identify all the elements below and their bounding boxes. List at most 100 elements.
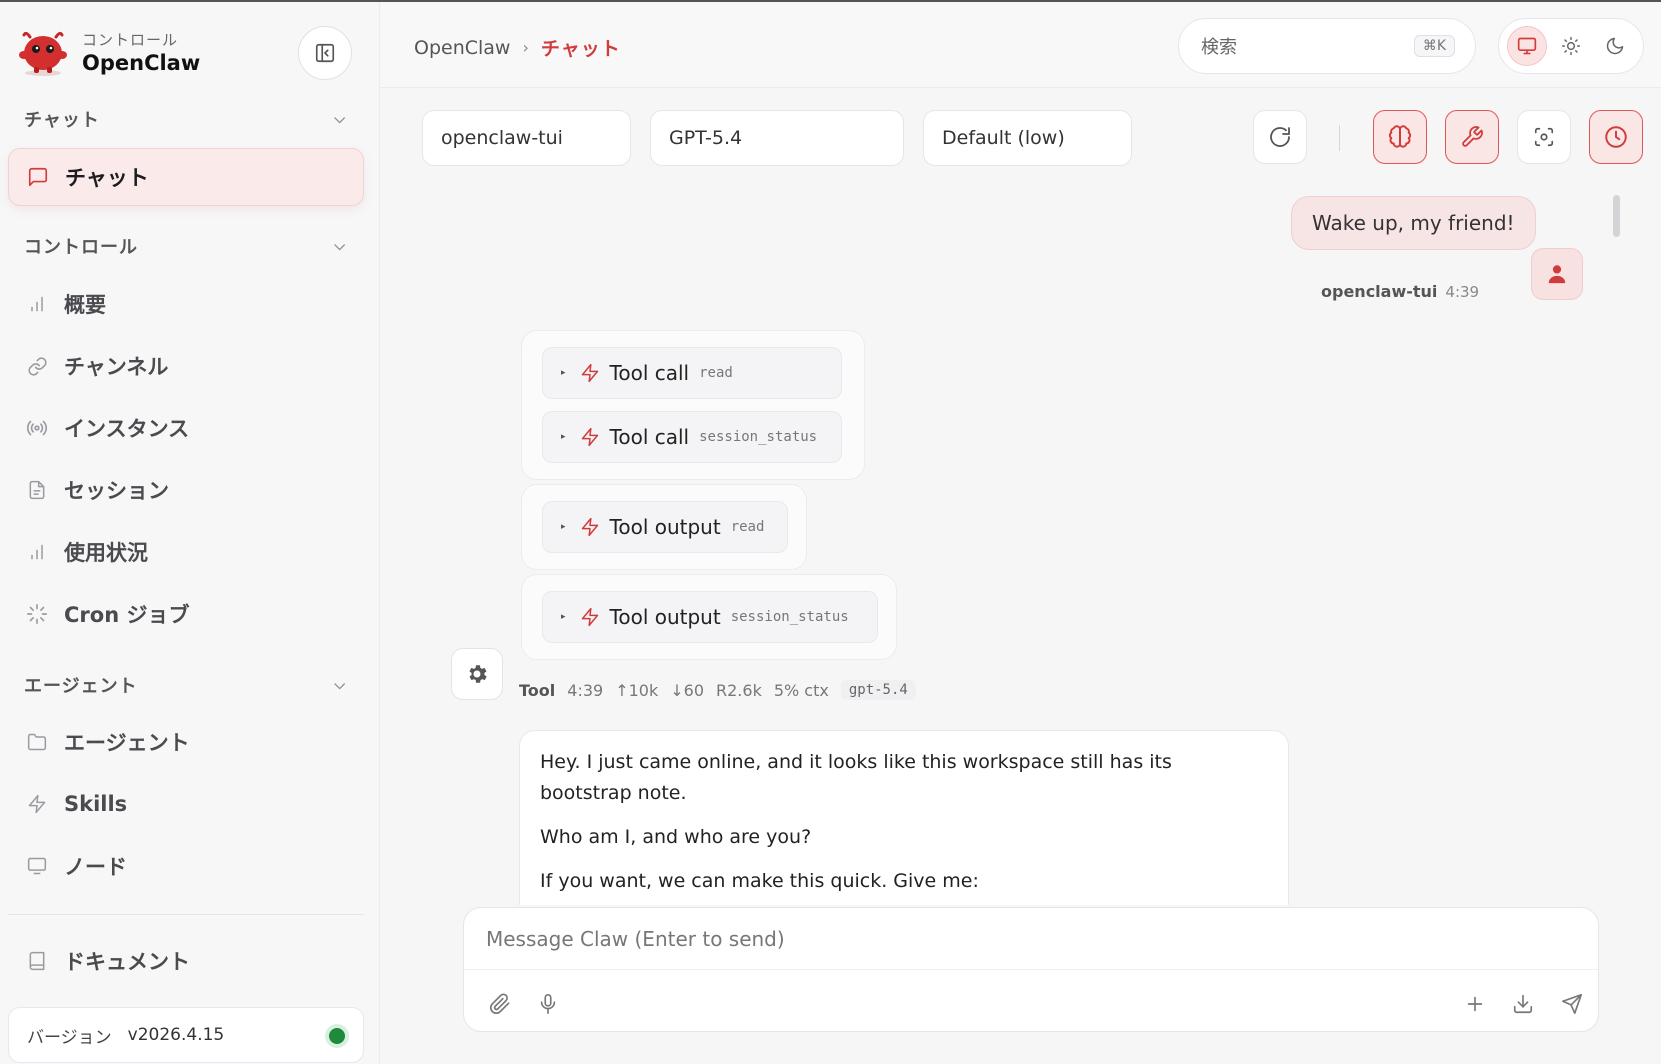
chevron-down-icon: ⌵ <box>334 238 346 254</box>
breadcrumb-current: チャット <box>540 38 621 60</box>
wrench-icon <box>1462 126 1483 147</box>
focus-mode-button[interactable] <box>1517 110 1571 164</box>
attach-button[interactable] <box>482 986 518 1022</box>
status-online-indicator <box>329 1028 345 1044</box>
section-chat[interactable]: チャット ⌵ <box>24 102 346 136</box>
section-control[interactable]: コントロール ⌵ <box>24 229 346 263</box>
search-shortcut-badge: ⌘K <box>1413 35 1455 57</box>
message-composer <box>463 907 1599 1032</box>
tool-output-row-read[interactable]: ▸ Tool output read <box>542 501 788 553</box>
new-session-button[interactable] <box>1457 986 1493 1022</box>
loader-icon <box>24 601 50 627</box>
gear-icon <box>469 665 487 683</box>
assistant-message-bubble: Hey. I just came online, and it looks li… <box>519 730 1289 905</box>
zap-icon <box>580 427 600 447</box>
sidebar-nav[interactable]: チャット ⌵ チャット コントロール ⌵ 概要 チャンネル インスタンス セッシ… <box>0 97 380 917</box>
sidebar-item-label: 使用状況 <box>64 541 148 565</box>
export-button[interactable] <box>1505 986 1541 1022</box>
sidebar-item-agents[interactable]: エージェント <box>8 713 364 771</box>
refresh-button[interactable] <box>1253 110 1307 164</box>
breadcrumb-separator: › <box>522 38 529 57</box>
download-icon <box>1513 994 1533 1014</box>
search-placeholder: 検索 <box>1201 37 1237 58</box>
message-input[interactable] <box>464 908 1598 970</box>
sidebar-item-overview[interactable]: 概要 <box>8 275 364 333</box>
thinking-toggle-button[interactable] <box>1373 110 1427 164</box>
sidebar-item-label: エージェント <box>64 731 190 755</box>
model-badge: gpt-5.4 <box>840 680 916 700</box>
bar-chart-icon <box>24 291 50 317</box>
sidebar-item-docs[interactable]: ドキュメント <box>8 932 364 990</box>
sidebar-item-sessions[interactable]: セッション <box>8 461 364 519</box>
sidebar-item-label: 概要 <box>64 293 106 317</box>
book-icon <box>24 948 50 974</box>
sidebar-item-cron[interactable]: Cron ジョブ <box>8 585 364 643</box>
moon-icon <box>1606 37 1624 55</box>
expand-triangle-icon: ▸ <box>561 612 566 622</box>
sidebar-item-skills[interactable]: Skills <box>8 775 364 833</box>
breadcrumb-root[interactable]: OpenClaw <box>414 37 510 59</box>
assistant-paragraph: If you want, we can make this quick. Giv… <box>540 870 979 892</box>
tool-call-row-session-status[interactable]: ▸ Tool call session_status <box>542 411 842 463</box>
thinking-level-select[interactable]: Default (low) <box>923 110 1132 166</box>
theme-dark-button[interactable] <box>1595 26 1635 66</box>
bar-chart-icon <box>24 539 50 565</box>
monitor-icon <box>24 853 50 879</box>
sidebar-item-label: インスタンス <box>64 417 190 441</box>
sidebar-item-channels[interactable]: チャンネル <box>8 337 364 395</box>
version-number: v2026.4.15 <box>127 1025 225 1045</box>
tool-output-group: ▸ Tool output session_status <box>521 574 897 660</box>
toolbar-divider <box>1339 125 1340 151</box>
sidebar-item-label: チャット <box>65 166 149 190</box>
user-avatar <box>1531 248 1583 300</box>
tokens-reasoning: R2.6k <box>716 680 762 700</box>
assistant-paragraph: Hey. I just came online, and it looks li… <box>540 751 1172 804</box>
collapse-sidebar-button[interactable] <box>298 26 352 80</box>
paperclip-icon <box>489 993 510 1015</box>
tool-call-row-read[interactable]: ▸ Tool call read <box>542 347 842 399</box>
zap-icon <box>24 791 50 817</box>
sidebar-item-label: Skills <box>64 792 128 816</box>
tool-avatar <box>451 648 503 700</box>
expand-triangle-icon: ▸ <box>561 522 566 532</box>
sidebar-item-nodes[interactable]: ノード <box>8 837 364 895</box>
brand-subtitle: コントロール <box>82 31 179 49</box>
radio-signal-icon <box>24 415 50 441</box>
tools-toggle-button[interactable] <box>1445 110 1499 164</box>
expand-triangle-icon: ▸ <box>561 432 566 442</box>
sidebar-item-label: セッション <box>64 479 169 503</box>
sidebar-item-chat[interactable]: チャット <box>8 148 364 206</box>
tool-output-row-session-status[interactable]: ▸ Tool output session_status <box>542 591 878 643</box>
tokens-input: ↑10k <box>615 680 659 700</box>
sidebar-item-usage[interactable]: 使用状況 <box>8 523 364 581</box>
section-agents[interactable]: エージェント ⌵ <box>24 668 346 702</box>
context-usage: 5% ctx <box>773 680 829 700</box>
panel-left-icon <box>315 43 335 63</box>
brain-icon <box>1388 125 1412 148</box>
voice-input-button[interactable] <box>530 986 566 1022</box>
tokens-output: ↓60 <box>670 680 704 700</box>
chat-thread: Wake up, my friend! openclaw-tui 4:39 ▸ T… <box>381 180 1616 905</box>
user-message-sender: openclaw-tui <box>1321 282 1438 301</box>
chevron-down-icon: ⌵ <box>334 677 346 693</box>
sidebar-item-label: ノード <box>64 855 127 879</box>
version-label: バージョン <box>27 1027 112 1048</box>
send-icon <box>1562 994 1582 1014</box>
history-toggle-button[interactable] <box>1589 110 1643 164</box>
send-button[interactable] <box>1554 986 1590 1022</box>
theme-light-button[interactable] <box>1551 26 1591 66</box>
tool-output-group: ▸ Tool output read <box>521 484 807 570</box>
session-select[interactable]: openclaw-tui <box>422 110 631 166</box>
theme-system-button[interactable] <box>1507 26 1547 66</box>
clock-icon <box>1605 126 1627 148</box>
plus-icon <box>1467 996 1483 1012</box>
sidebar-item-label: ドキュメント <box>64 950 190 974</box>
brand[interactable]: コントロール OpenClaw <box>18 26 200 78</box>
sidebar-item-instances[interactable]: インスタンス <box>8 399 364 457</box>
top-header: OpenClaw › チャット 検索 ⌘K <box>381 2 1661 88</box>
search-box[interactable]: 検索 ⌘K <box>1178 18 1476 74</box>
model-select[interactable]: GPT-5.4 <box>650 110 904 166</box>
theme-switcher <box>1498 18 1644 74</box>
sidebar-item-label: Cron ジョブ <box>64 603 190 627</box>
user-message-bubble: Wake up, my friend! <box>1291 196 1536 250</box>
